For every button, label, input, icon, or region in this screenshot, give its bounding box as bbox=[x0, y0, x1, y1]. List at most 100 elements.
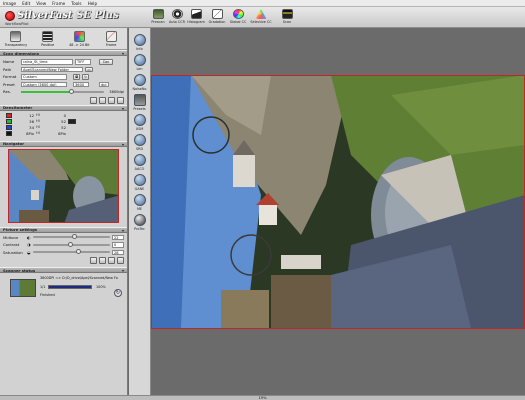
noise-button[interactable]: NoiseNo bbox=[129, 74, 150, 91]
workflow-pilot-label[interactable]: WorkflowPilot bbox=[5, 22, 29, 26]
scan-progress-fill bbox=[49, 286, 91, 288]
resolution-slider[interactable] bbox=[21, 88, 104, 94]
color-swatch-icon[interactable] bbox=[68, 118, 76, 124]
file-format-select[interactable]: TIFF bbox=[75, 59, 91, 65]
gradation-button[interactable]: Gradation bbox=[209, 9, 225, 24]
fit-icon[interactable] bbox=[108, 257, 115, 264]
resolution-slider-handle[interactable] bbox=[69, 88, 75, 94]
navigator-thumbnail[interactable] bbox=[8, 148, 119, 223]
prescan-button[interactable]: Prescan bbox=[151, 9, 165, 24]
selective-cc-button[interactable]: Selective CC bbox=[250, 9, 272, 24]
folder-icon[interactable]: ▭ bbox=[85, 66, 93, 72]
loupe-button[interactable]: Len bbox=[129, 54, 150, 71]
scan-progress-label: 100% bbox=[96, 285, 106, 289]
menu-edit[interactable]: Edit bbox=[22, 1, 30, 6]
scan-dimensions-header[interactable]: Scan dimensions ▾ bbox=[0, 50, 127, 56]
me-button[interactable]: ME bbox=[129, 194, 150, 211]
file-name-field[interactable]: ralna_St_time bbox=[21, 59, 73, 65]
usm-button[interactable]: USM bbox=[129, 114, 150, 131]
srd-button[interactable]: SRD bbox=[129, 134, 150, 151]
resolution-value: 3600dpi bbox=[109, 89, 124, 94]
gane-icon bbox=[133, 174, 146, 186]
protec-button[interactable]: ProTec bbox=[129, 214, 150, 231]
preview-area[interactable] bbox=[151, 28, 525, 395]
film-icon bbox=[42, 30, 54, 42]
menu-help[interactable]: Help bbox=[88, 1, 98, 6]
collapse-icon[interactable]: ▾ bbox=[122, 228, 124, 233]
densitometer-header[interactable]: Densitometer ▾ bbox=[0, 104, 127, 111]
global-cc-button[interactable]: Global CC bbox=[230, 9, 246, 24]
positive-button[interactable]: Positive bbox=[33, 30, 63, 47]
collapse-icon[interactable]: ▾ bbox=[122, 142, 124, 147]
gane-button[interactable]: GANE bbox=[129, 174, 150, 191]
menu-bar: Image Edit View Frame Tools Help bbox=[0, 0, 525, 7]
left-panel: Transparency Positive 48 -> 24 Bit Frame… bbox=[0, 28, 128, 395]
path-row: Path Apel/Scanned/New Folder ▭ bbox=[0, 66, 127, 74]
settings-icon[interactable] bbox=[99, 96, 106, 104]
presets-icon bbox=[133, 94, 146, 106]
format-select[interactable]: Custom bbox=[21, 74, 67, 80]
black-channel-swatch bbox=[6, 130, 12, 136]
dpi-field[interactable]: 3600 bbox=[73, 81, 89, 87]
bit-depth-button[interactable]: 48 -> 24 Bit bbox=[64, 30, 94, 47]
contrast-slider-handle[interactable] bbox=[68, 241, 74, 247]
lock-icon[interactable]: ◘ bbox=[73, 74, 80, 80]
silverfast-logo-icon[interactable] bbox=[5, 11, 15, 21]
aaco-button[interactable]: AACO bbox=[129, 154, 150, 171]
zoom-level: 19% bbox=[258, 396, 267, 400]
collapse-icon[interactable]: ▾ bbox=[122, 51, 124, 56]
resolution-row: Res. 3600dpi bbox=[3, 88, 124, 95]
frame-icon bbox=[105, 30, 117, 42]
midtone-slider[interactable] bbox=[32, 234, 110, 240]
scan-count: 1/1 bbox=[40, 285, 46, 289]
saturation-slider[interactable] bbox=[32, 249, 110, 255]
collapse-icon[interactable]: ▾ bbox=[122, 106, 124, 111]
fit-icon[interactable] bbox=[108, 96, 115, 104]
contrast-slider[interactable] bbox=[32, 241, 110, 247]
menu-frame[interactable]: Frame bbox=[52, 1, 65, 6]
presets-button[interactable]: Presets bbox=[129, 94, 150, 111]
saturation-icon: ◒ bbox=[27, 249, 31, 255]
dpi-unit-select[interactable]: dpi bbox=[99, 81, 109, 87]
midtone-slider-handle[interactable] bbox=[72, 234, 78, 240]
settings-icon[interactable] bbox=[99, 257, 106, 264]
frame-button[interactable]: Frame bbox=[96, 30, 126, 47]
scan-state: Finished bbox=[40, 293, 55, 297]
scanner-status-panel: 3600DPI => D:/D_drive/Apel/Scanned/New F… bbox=[0, 273, 127, 305]
cancel-button[interactable]: Can bbox=[99, 59, 113, 65]
prescan-icon bbox=[152, 9, 164, 19]
refresh-icon[interactable]: ↻ bbox=[114, 289, 122, 297]
reset-icon[interactable] bbox=[117, 96, 124, 104]
reset-icon[interactable] bbox=[117, 257, 124, 264]
navigator-header[interactable]: Navigator ▾ bbox=[0, 140, 127, 147]
picture-settings-header[interactable]: Picture settings ▾ bbox=[0, 226, 127, 233]
rotate-icon[interactable]: ↻ bbox=[82, 74, 89, 80]
info-button[interactable]: Info bbox=[129, 34, 150, 51]
magnifier-icon bbox=[133, 54, 146, 66]
preview-image[interactable] bbox=[151, 28, 525, 395]
info-icon bbox=[133, 34, 146, 46]
saturation-slider-handle[interactable] bbox=[75, 249, 81, 255]
histogram-button[interactable]: Histogram bbox=[187, 9, 205, 24]
menu-view[interactable]: View bbox=[36, 1, 46, 6]
grid-icon[interactable] bbox=[90, 96, 97, 104]
bit-depth-icon bbox=[73, 30, 85, 42]
contrast-value[interactable]: 0 bbox=[112, 242, 124, 248]
auto-ccr-icon bbox=[171, 9, 183, 19]
preset-select[interactable]: Custom (3600 dpi) bbox=[21, 81, 67, 87]
navigator-image bbox=[9, 149, 118, 222]
transparency-button[interactable]: Transparency bbox=[1, 30, 31, 47]
srd-icon bbox=[133, 134, 146, 146]
scan-button[interactable]: Scan bbox=[280, 9, 294, 24]
midtone-value[interactable]: 22 bbox=[112, 234, 124, 240]
format-row: Format Custom ◘ ↻ bbox=[0, 73, 127, 81]
menu-tools[interactable]: Tools bbox=[71, 1, 81, 6]
path-field[interactable]: Apel/Scanned/New Folder bbox=[21, 66, 83, 72]
global-cc-icon bbox=[232, 9, 244, 19]
grid-icon[interactable] bbox=[90, 257, 97, 264]
app-toolbar: SilverFast SE Plus WorkflowPilot Prescan… bbox=[0, 7, 525, 28]
auto-ccr-button[interactable]: Auto CCR bbox=[169, 9, 185, 24]
scan-status-text: 3600DPI => D:/D_drive/Apel/Scanned/New F… bbox=[40, 276, 118, 280]
menu-image[interactable]: Image bbox=[3, 1, 16, 6]
saturation-value[interactable]: 28 bbox=[112, 249, 124, 255]
